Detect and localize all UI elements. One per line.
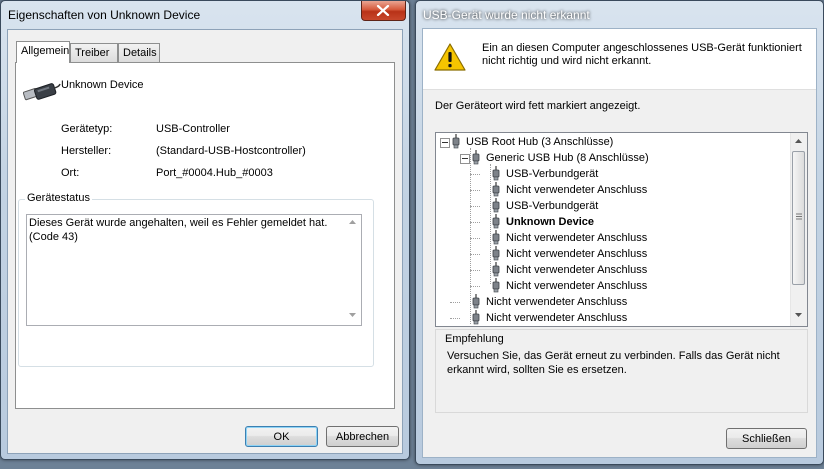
tree-item[interactable]: USB-Verbundgerät <box>506 166 598 182</box>
device-status-title: Gerätestatus <box>25 192 92 204</box>
close-dialog-button[interactable]: Schließen <box>726 428 807 449</box>
usb-device-tree[interactable]: USB Root Hub (3 Anschlüsse) Generic USB H… <box>435 132 808 327</box>
close-icon <box>376 5 390 16</box>
tab-label: Details <box>123 47 157 59</box>
tree-collapse-icon[interactable] <box>440 138 450 148</box>
tab-label: Treiber <box>75 47 110 59</box>
warning-icon <box>434 43 466 71</box>
property-value-location: Port_#0004.Hub_#0003 <box>156 167 273 179</box>
device-name: Unknown Device <box>61 79 144 91</box>
recommendation-title: Empfehlung <box>445 333 504 345</box>
tree-item[interactable]: Nicht verwendeter Anschluss <box>506 246 647 262</box>
usb-port-icon <box>491 198 507 214</box>
window-title: USB-Gerät wurde nicht erkannt <box>423 8 590 22</box>
device-status-group: Gerätestatus Dieses Gerät wurde angehalt… <box>18 192 374 367</box>
tree-line <box>470 190 480 191</box>
tree-item-selected-device[interactable]: Unknown Device <box>506 214 594 230</box>
tree-line <box>470 222 480 223</box>
usb-plug-icon <box>23 83 61 101</box>
tab-treiber[interactable]: Treiber <box>70 43 118 62</box>
usb-port-icon <box>491 230 507 246</box>
scroll-down-icon[interactable] <box>349 313 356 317</box>
ok-label: OK <box>273 431 290 443</box>
tab-strip: Allgemein Treiber Details <box>16 41 396 63</box>
close-dialog-label: Schließen <box>742 433 791 445</box>
tree-item[interactable]: USB Root Hub (3 Anschlüsse) <box>466 134 613 150</box>
property-label-manufacturer: Hersteller: <box>61 145 112 157</box>
scroll-thumb[interactable] <box>792 151 805 285</box>
usb-not-recognized-window: USB-Gerät wurde nicht erkannt Ein an die… <box>415 0 824 465</box>
tab-label: Allgemein <box>21 45 70 57</box>
cancel-button[interactable]: Abbrechen <box>326 426 399 447</box>
usb-port-icon <box>471 150 487 166</box>
usb-port-icon <box>491 182 507 198</box>
tab-details[interactable]: Details <box>118 43 160 62</box>
cancel-label: Abbrechen <box>335 431 390 443</box>
recommendation-line-1: Versuchen Sie, das Gerät erneut zu verbi… <box>447 350 780 362</box>
warning-line-2: nicht richtig und wird nicht erkannt. <box>482 55 652 67</box>
tab-allgemein[interactable]: Allgemein <box>16 41 70 63</box>
usb-port-icon <box>471 294 487 310</box>
tree-item[interactable]: Nicht verwendeter Anschluss <box>506 182 647 198</box>
usb-port-icon <box>491 278 507 294</box>
tree-line <box>470 286 480 287</box>
tab-page-allgemein: Unknown Device Gerätetyp: USB-Controller… <box>15 62 395 409</box>
tree-item[interactable]: Nicht verwendeter Anschluss <box>506 230 647 246</box>
window-title: Eigenschaften von Unknown Device <box>8 8 201 22</box>
tree-line <box>470 270 480 271</box>
status-line-2: (Code 43) <box>29 231 78 243</box>
tree-item[interactable]: Generic USB Hub (8 Anschlüsse) <box>486 150 649 166</box>
device-properties-window: Eigenschaften von Unknown Device Allgeme… <box>0 0 410 460</box>
grip-icon <box>796 213 802 220</box>
tree-line <box>470 254 480 255</box>
tree-item[interactable]: USB-Verbundgerät <box>506 198 598 214</box>
usb-port-icon <box>491 166 507 182</box>
tree-item[interactable]: Nicht verwendeter Anschluss <box>486 310 627 326</box>
tree-collapse-icon[interactable] <box>460 154 470 164</box>
scroll-up-icon[interactable] <box>795 139 802 143</box>
tree-item[interactable]: Nicht verwendeter Anschluss <box>506 278 647 294</box>
title-bar[interactable]: Eigenschaften von Unknown Device <box>1 1 409 28</box>
property-value-type: USB-Controller <box>156 123 230 135</box>
close-button[interactable] <box>361 1 406 21</box>
property-value-manufacturer: (Standard-USB-Hostcontroller) <box>156 145 306 157</box>
tree-line <box>470 174 480 175</box>
warning-header: Ein an diesen Computer angeschlossenes U… <box>423 29 816 90</box>
tree-item[interactable]: Nicht verwendeter Anschluss <box>486 294 627 310</box>
warning-line-1: Ein an diesen Computer angeschlossenes U… <box>482 42 802 54</box>
dialog-client-area: Allgemein Treiber Details Unknown Device… <box>7 29 403 454</box>
tree-line <box>450 302 460 303</box>
usb-port-icon <box>471 310 487 326</box>
tree-line <box>470 206 480 207</box>
scroll-down-icon[interactable] <box>795 313 802 317</box>
usb-port-icon <box>451 134 467 150</box>
dialog-client-area: Ein an diesen Computer angeschlossenes U… <box>422 28 817 458</box>
tree-line <box>450 318 460 319</box>
ok-button[interactable]: OK <box>245 426 318 447</box>
usb-port-icon <box>491 262 507 278</box>
location-note: Der Geräteort wird fett markiert angezei… <box>435 100 641 112</box>
status-scrollbar[interactable] <box>345 215 361 325</box>
scroll-up-icon[interactable] <box>349 220 356 224</box>
status-line-1: Dieses Gerät wurde angehalten, weil es F… <box>29 217 328 229</box>
tree-scrollbar[interactable] <box>790 133 807 326</box>
title-bar[interactable]: USB-Gerät wurde nicht erkannt <box>416 1 823 28</box>
usb-port-icon <box>491 246 507 262</box>
property-label-type: Gerätetyp: <box>61 123 113 135</box>
device-status-text[interactable]: Dieses Gerät wurde angehalten, weil es F… <box>26 214 362 326</box>
tree-line <box>470 238 480 239</box>
recommendation-line-2: erkannt wird, sollten Sie es ersetzen. <box>447 364 627 376</box>
tree-item[interactable]: Nicht verwendeter Anschluss <box>506 262 647 278</box>
usb-port-icon <box>491 214 507 230</box>
property-label-location: Ort: <box>61 167 80 179</box>
recommendation-group: Empfehlung Versuchen Sie, das Gerät erne… <box>435 329 808 413</box>
